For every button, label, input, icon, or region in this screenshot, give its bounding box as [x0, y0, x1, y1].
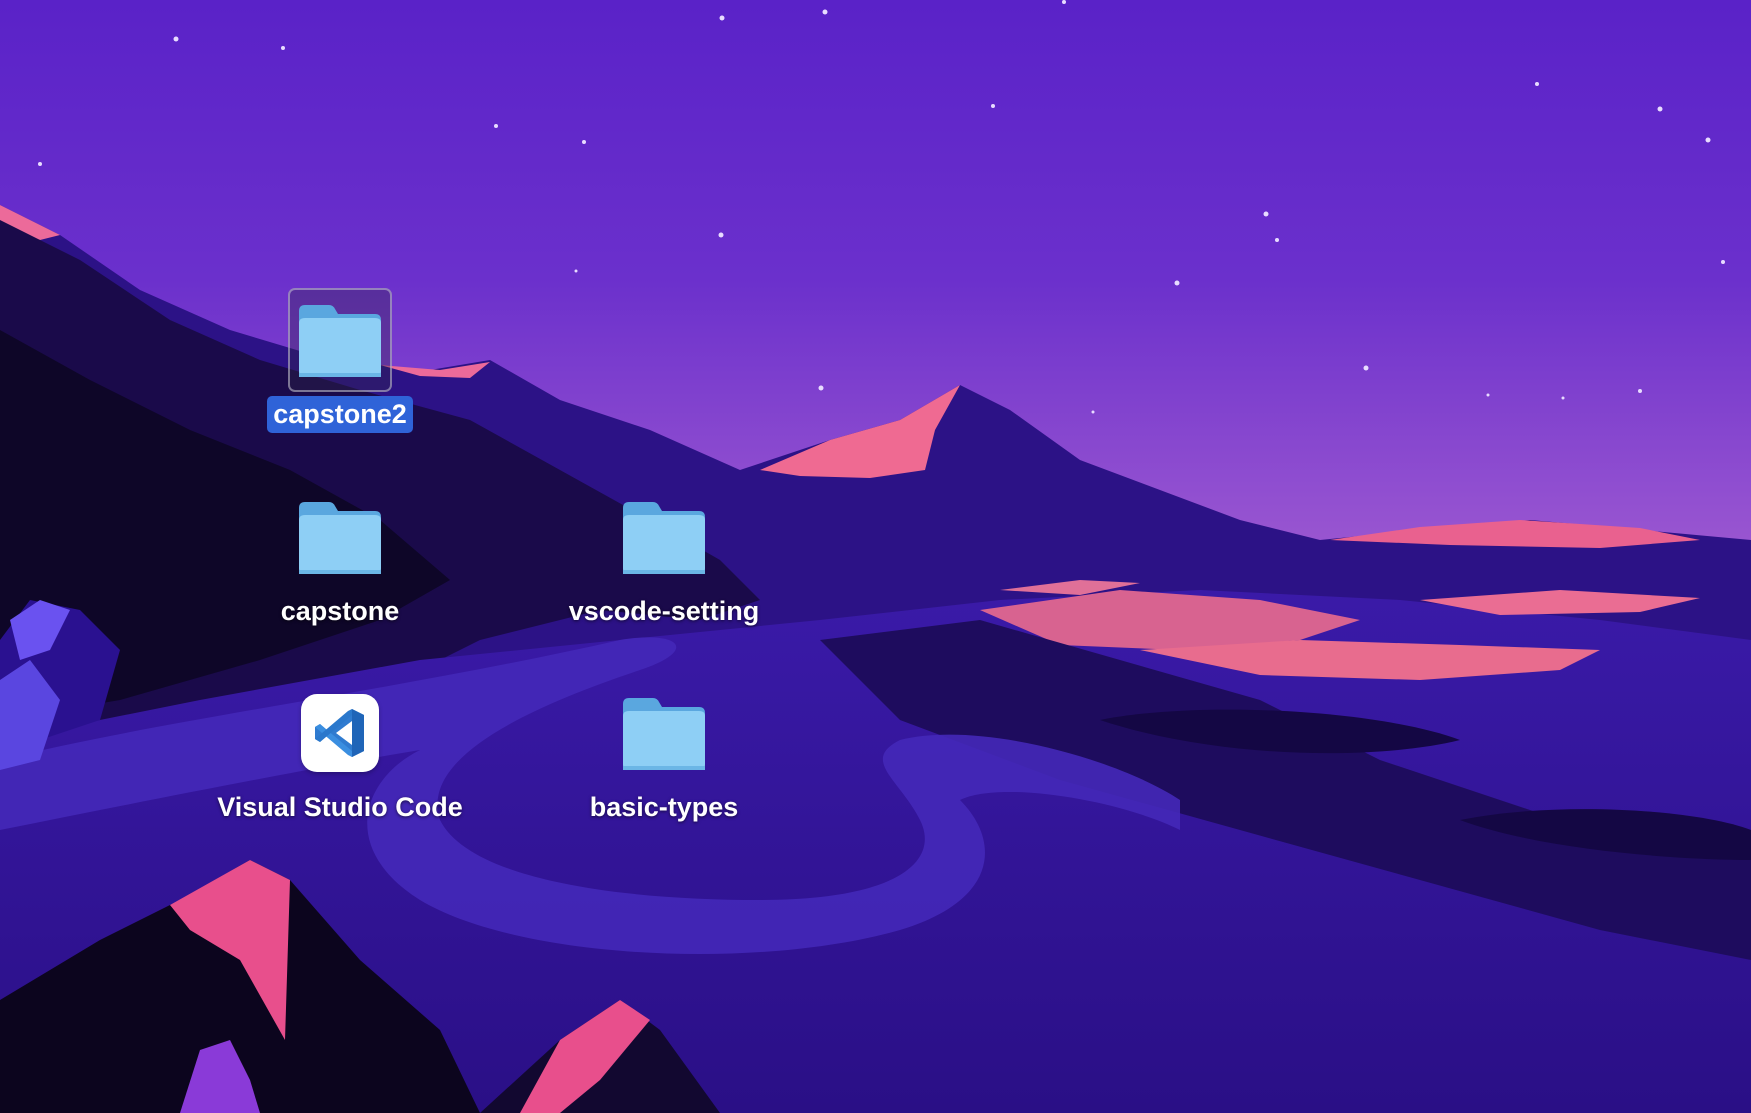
folder-icon [623, 502, 705, 574]
app-icon-wrap[interactable] [288, 681, 392, 785]
desktop-item-vscode-setting[interactable]: vscode-setting [514, 485, 814, 630]
folder-icon [299, 502, 381, 574]
desktop-item-label[interactable]: Visual Studio Code [211, 789, 469, 826]
desktop-item-capstone2[interactable]: capstone2 [190, 288, 490, 433]
desktop-item-basic-types[interactable]: basic-types [514, 681, 814, 826]
desktop-item-label[interactable]: basic-types [584, 789, 745, 826]
folder-icon-wrap[interactable] [612, 681, 716, 785]
desktop-item-label[interactable]: capstone [275, 593, 406, 630]
folder-icon [299, 305, 381, 377]
desktop-item-visual-studio-code[interactable]: Visual Studio Code [190, 681, 490, 826]
folder-icon-wrap[interactable] [288, 485, 392, 589]
vscode-logo-icon [315, 709, 364, 757]
desktop-item-label[interactable]: vscode-setting [563, 593, 766, 630]
desktop-item-capstone[interactable]: capstone [190, 485, 490, 630]
desktop[interactable]: capstone2 capstone vscode-setting Visual… [0, 0, 1751, 1113]
folder-icon-wrap[interactable] [612, 485, 716, 589]
folder-icon-wrap[interactable] [288, 288, 392, 392]
folder-icon [623, 698, 705, 770]
vscode-app-icon [301, 694, 379, 772]
desktop-item-label[interactable]: capstone2 [267, 396, 413, 433]
